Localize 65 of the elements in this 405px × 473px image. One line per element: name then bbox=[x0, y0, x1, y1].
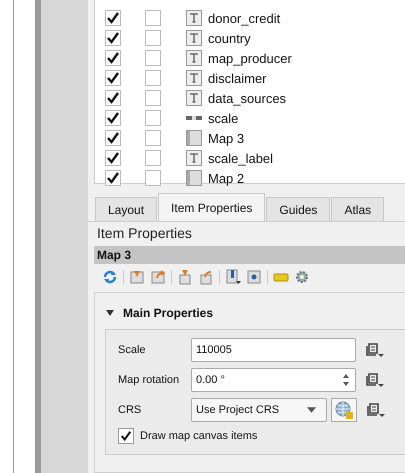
panel-title: Item Properties bbox=[96, 224, 193, 243]
text-item-icon bbox=[186, 150, 202, 166]
lock-checkbox[interactable] bbox=[145, 110, 161, 126]
lock-checkbox[interactable] bbox=[145, 170, 161, 186]
zoom-extent-icon[interactable] bbox=[246, 269, 262, 285]
tab[interactable]: Item Properties bbox=[158, 193, 266, 221]
tab[interactable]: Atlas bbox=[331, 197, 384, 221]
field-label: Scale bbox=[118, 344, 147, 356]
map-item-icon bbox=[186, 130, 202, 146]
text-item-icon bbox=[186, 30, 202, 46]
item-name[interactable]: data_sources bbox=[208, 90, 286, 106]
lock-checkbox[interactable] bbox=[145, 90, 161, 106]
caret-icon[interactable] bbox=[307, 407, 316, 413]
visibility-checkbox[interactable] bbox=[105, 10, 121, 26]
scale-field[interactable]: 110005 bbox=[191, 338, 356, 362]
item-name[interactable]: disclaimer bbox=[208, 70, 267, 86]
crs-select-button[interactable] bbox=[331, 398, 357, 422]
collapse-triangle-icon[interactable] bbox=[105, 308, 115, 318]
item-name[interactable]: country bbox=[208, 30, 251, 46]
visibility-checkbox[interactable] bbox=[105, 150, 121, 166]
item-name[interactable]: scale_label bbox=[208, 150, 274, 166]
gear-icon[interactable] bbox=[294, 269, 310, 285]
lock-checkbox[interactable] bbox=[145, 150, 161, 166]
visibility-checkbox[interactable] bbox=[105, 170, 121, 186]
item-title-bar: Map 3 bbox=[94, 246, 405, 264]
visibility-checkbox[interactable] bbox=[105, 130, 121, 146]
text-item-icon bbox=[186, 70, 202, 86]
field-label: CRS bbox=[118, 404, 142, 416]
item-name[interactable]: Map 3 bbox=[208, 130, 244, 146]
data-defined-icon[interactable] bbox=[364, 342, 384, 358]
checkbox-label[interactable]: Draw map canvas items bbox=[140, 430, 258, 442]
text-item-icon bbox=[186, 90, 202, 106]
view-scale-icon[interactable] bbox=[198, 269, 214, 285]
tab[interactable]: Layout bbox=[95, 197, 158, 221]
tab[interactable]: Guides bbox=[266, 197, 330, 221]
item-name[interactable]: donor_credit bbox=[208, 10, 280, 26]
refresh-icon[interactable] bbox=[102, 269, 118, 285]
visibility-checkbox[interactable] bbox=[105, 90, 121, 106]
crs-dropdown[interactable]: Use Project CRS bbox=[191, 398, 327, 422]
item-name[interactable]: map_producer bbox=[208, 50, 292, 66]
lock-checkbox[interactable] bbox=[145, 70, 161, 86]
item-name[interactable]: Map 2 bbox=[208, 170, 244, 186]
lock-checkbox[interactable] bbox=[145, 130, 161, 146]
lock-checkbox[interactable] bbox=[145, 10, 161, 26]
map-item-icon bbox=[186, 170, 202, 186]
item-name[interactable]: scale bbox=[208, 110, 238, 126]
visibility-checkbox[interactable] bbox=[105, 110, 121, 126]
visibility-checkbox[interactable] bbox=[105, 50, 121, 66]
field-label: Map rotation bbox=[118, 374, 180, 386]
rotation-spinbox[interactable]: 0.00 ° bbox=[191, 368, 356, 392]
text-item-icon bbox=[186, 50, 202, 66]
view-extent-icon[interactable] bbox=[150, 269, 166, 285]
checkbox[interactable] bbox=[118, 428, 134, 444]
group-title: Main Properties bbox=[123, 306, 214, 320]
data-defined-icon[interactable] bbox=[365, 402, 385, 418]
spin-arrows-icon[interactable] bbox=[341, 372, 351, 388]
set-extent-icon[interactable] bbox=[129, 269, 145, 285]
text-item-icon bbox=[186, 10, 202, 26]
data-defined-icon[interactable] bbox=[364, 372, 384, 388]
lock-checkbox[interactable] bbox=[145, 50, 161, 66]
set-scale-icon[interactable] bbox=[177, 269, 193, 285]
visibility-checkbox[interactable] bbox=[105, 30, 121, 46]
visibility-checkbox[interactable] bbox=[105, 70, 121, 86]
lock-checkbox[interactable] bbox=[145, 30, 161, 46]
bookmark-icon[interactable] bbox=[225, 269, 241, 285]
